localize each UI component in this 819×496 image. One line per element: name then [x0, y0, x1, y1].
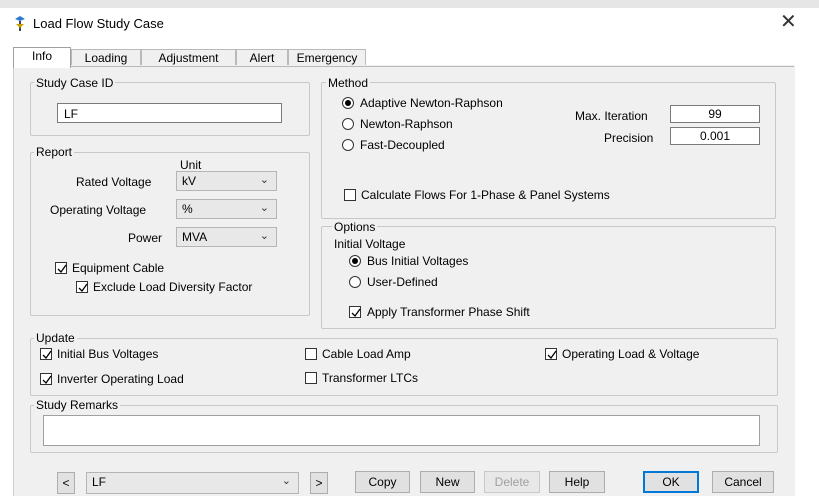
inverter-operating-load-checkbox[interactable]: [40, 373, 52, 385]
window-title: Load Flow Study Case: [33, 16, 164, 31]
transformer-ltcs-checkbox[interactable]: [305, 372, 317, 384]
max-iteration-field[interactable]: 99: [670, 105, 760, 123]
power-select[interactable]: MVA ⌄: [176, 227, 277, 247]
operating-voltage-label: Operating Voltage: [50, 203, 147, 217]
initial-bus-voltages-label: Initial Bus Voltages: [57, 347, 159, 361]
operating-load-voltage-checkbox[interactable]: [545, 348, 557, 360]
fast-decoupled-label: Fast-Decoupled: [360, 138, 445, 152]
user-defined-label: User-Defined: [367, 275, 438, 289]
rated-voltage-select[interactable]: kV ⌄: [176, 171, 277, 191]
exclude-diversity-label: Exclude Load Diversity Factor: [93, 280, 253, 294]
help-button[interactable]: Help: [549, 471, 605, 493]
operating-voltage-select[interactable]: % ⌄: [176, 199, 277, 219]
calc-flows-label: Calculate Flows For 1-Phase & Panel Syst…: [361, 188, 610, 202]
checkmark-icon: [42, 350, 52, 360]
remarks-group-label: Study Remarks: [34, 398, 121, 412]
checkmark-icon: [78, 283, 88, 293]
initial-voltage-label: Initial Voltage: [334, 237, 406, 251]
power-label: Power: [128, 231, 163, 245]
power-value: MVA: [182, 230, 208, 244]
apply-transformer-checkbox[interactable]: [349, 306, 361, 318]
transformer-ltcs-label: Transformer LTCs: [322, 371, 419, 385]
equipment-cable-checkbox[interactable]: [55, 262, 67, 274]
ok-button[interactable]: OK: [643, 471, 699, 493]
study-case-group-label: Study Case ID: [34, 76, 116, 90]
checkmark-icon: [42, 375, 52, 385]
initial-bus-voltages-checkbox[interactable]: [40, 348, 52, 360]
chevron-down-icon: ⌄: [259, 174, 269, 186]
chevron-down-icon: ⌄: [259, 202, 269, 214]
method-group-label: Method: [326, 76, 371, 90]
checkmark-icon: [57, 264, 67, 274]
fast-decoupled-radio[interactable]: [342, 139, 354, 151]
report-group-label: Report: [34, 145, 75, 159]
user-defined-radio[interactable]: [349, 276, 361, 288]
inverter-operating-load-label: Inverter Operating Load: [57, 372, 184, 386]
equipment-cable-label: Equipment Cable: [72, 261, 165, 275]
chevron-down-icon: ⌄: [259, 230, 269, 242]
checkmark-icon: [351, 308, 361, 318]
study-case-id-field[interactable]: LF: [57, 103, 282, 123]
adaptive-nr-radio[interactable]: [342, 97, 354, 109]
checkmark-icon: [547, 350, 557, 360]
operating-voltage-value: %: [182, 202, 193, 216]
close-icon[interactable]: ✕: [780, 10, 797, 34]
delete-button[interactable]: Delete: [484, 471, 540, 493]
copy-button[interactable]: Copy: [355, 471, 410, 493]
rated-voltage-value: kV: [182, 174, 197, 188]
unit-header: Unit: [180, 158, 202, 172]
operating-load-voltage-label: Operating Load & Voltage: [562, 347, 700, 361]
case-select[interactable]: LF ⌄: [86, 472, 299, 494]
precision-field[interactable]: 0.001: [670, 127, 760, 145]
prev-case-button[interactable]: <: [57, 472, 75, 494]
cancel-button[interactable]: Cancel: [712, 471, 774, 493]
new-button[interactable]: New: [420, 471, 475, 493]
update-group-label: Update: [34, 331, 77, 345]
apply-transformer-label: Apply Transformer Phase Shift: [367, 305, 530, 319]
next-case-button[interactable]: >: [310, 472, 328, 494]
precision-label: Precision: [604, 131, 654, 145]
study-remarks-field[interactable]: [43, 415, 760, 446]
bus-initial-label: Bus Initial Voltages: [367, 254, 469, 268]
app-icon: [15, 16, 25, 31]
tab-divider: [13, 66, 794, 67]
rated-voltage-label: Rated Voltage: [76, 175, 152, 189]
cable-load-amp-checkbox[interactable]: [305, 348, 317, 360]
max-iteration-label: Max. Iteration: [575, 109, 648, 123]
case-select-value: LF: [92, 475, 107, 489]
options-group-label: Options: [332, 220, 378, 234]
bus-initial-radio[interactable]: [349, 255, 361, 267]
tab-info[interactable]: Info: [13, 47, 71, 68]
calc-flows-checkbox[interactable]: [344, 189, 356, 201]
cable-load-amp-label: Cable Load Amp: [322, 347, 411, 361]
exclude-diversity-checkbox[interactable]: [76, 281, 88, 293]
newton-raphson-radio[interactable]: [342, 118, 354, 130]
chevron-down-icon: ⌄: [281, 475, 291, 487]
adaptive-nr-label: Adaptive Newton-Raphson: [360, 96, 503, 110]
newton-raphson-label: Newton-Raphson: [360, 117, 453, 131]
